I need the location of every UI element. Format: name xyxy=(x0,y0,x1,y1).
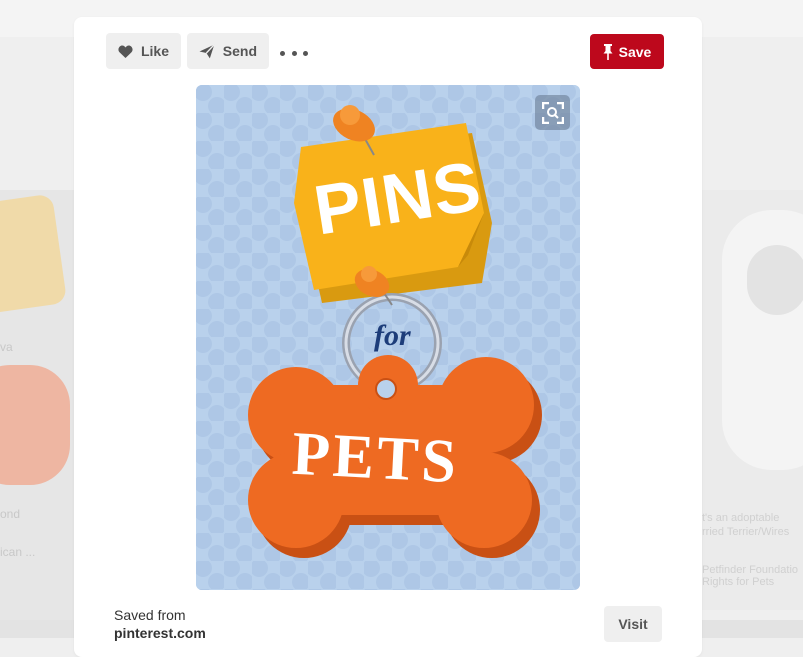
background-pin-right: t's an adoptable rried Terrier/Wires Pet… xyxy=(702,190,803,610)
background-text: rried Terrier/Wires xyxy=(702,526,790,538)
background-text: t's an adoptable xyxy=(702,512,780,524)
send-label: Send xyxy=(222,43,257,59)
like-button[interactable]: Like xyxy=(106,33,181,69)
save-label: Save xyxy=(618,43,652,60)
background-text: Rights for Pets xyxy=(702,576,775,588)
background-image-fragment xyxy=(747,245,803,315)
background-text: va xyxy=(0,340,13,354)
pin-source-info: Saved from pinterest.com xyxy=(114,607,206,641)
paper-plane-icon xyxy=(199,43,215,58)
pushpin-icon xyxy=(603,43,613,60)
background-image-fragment xyxy=(0,193,68,317)
background-text: ican ... xyxy=(0,545,36,559)
source-domain-link[interactable]: pinterest.com xyxy=(114,625,206,641)
pin-closeup-card: Like Send Save PINS for PETS Saved from … xyxy=(74,17,702,657)
heart-icon xyxy=(118,44,133,58)
pin-title-word-2: for xyxy=(374,319,411,352)
visual-search-button[interactable] xyxy=(535,95,570,130)
visual-search-icon xyxy=(541,101,564,124)
background-pin-left: va ond ican ... xyxy=(0,190,74,620)
save-button[interactable]: Save xyxy=(590,34,664,69)
background-text: ond xyxy=(0,507,21,521)
more-options-button[interactable] xyxy=(280,43,308,63)
pin-title-word-3: PETS xyxy=(290,419,461,497)
saved-from-label: Saved from xyxy=(114,607,186,623)
background-image-fragment xyxy=(0,365,70,485)
background-text: Petfinder Foundatio xyxy=(702,564,799,576)
like-label: Like xyxy=(140,43,169,59)
visit-button[interactable]: Visit xyxy=(604,606,662,642)
pin-image[interactable]: PINS for PETS xyxy=(196,85,580,590)
send-button[interactable]: Send xyxy=(187,33,269,69)
ellipsis-icon xyxy=(280,50,308,56)
